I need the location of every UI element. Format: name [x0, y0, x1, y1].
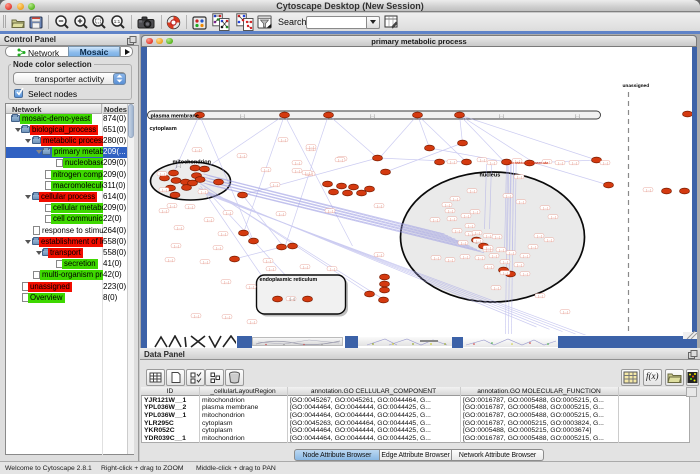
- svg-text:[....]: [....]: [216, 246, 221, 250]
- svg-text:[....]: [....]: [490, 161, 495, 165]
- svg-text:[....]: [....]: [480, 158, 485, 162]
- svg-text:[....]: [....]: [330, 267, 335, 271]
- svg-text:[....]: [....]: [249, 285, 254, 289]
- svg-text:[....]: [....]: [551, 215, 556, 219]
- svg-text:[....]: [....]: [207, 218, 212, 222]
- svg-text:plasma membrane: plasma membrane: [150, 114, 198, 120]
- svg-text:[....]: [....]: [547, 238, 552, 242]
- svg-text:[....]: [....]: [517, 175, 522, 179]
- svg-text:[....]: [....]: [468, 224, 473, 228]
- svg-text:[....]: [....]: [273, 183, 278, 187]
- svg-text:[....]: [....]: [499, 248, 504, 252]
- svg-text:[....]: [....]: [194, 314, 199, 318]
- svg-text:[....]: [....]: [646, 188, 651, 192]
- svg-text:[....]: [....]: [463, 255, 468, 259]
- svg-text:[....]: [....]: [377, 253, 382, 257]
- svg-text:[...]: [...]: [370, 114, 375, 118]
- svg-text:[....]: [....]: [543, 206, 548, 210]
- svg-text:[...]: [...]: [575, 114, 580, 118]
- svg-text:unassigned: unassigned: [622, 83, 649, 89]
- svg-text:[....]: [....]: [453, 197, 458, 201]
- svg-text:[....]: [....]: [517, 263, 522, 267]
- svg-text:[....]: [....]: [295, 161, 300, 165]
- svg-text:[....]: [....]: [487, 265, 492, 269]
- svg-text:[....]: [....]: [305, 171, 310, 175]
- svg-text:[....]: [....]: [478, 256, 483, 260]
- svg-text:[....]: [....]: [225, 315, 230, 319]
- svg-text:[....]: [....]: [170, 204, 175, 208]
- svg-text:[....]: [....]: [221, 232, 226, 236]
- svg-text:[....]: [....]: [486, 246, 491, 250]
- svg-text:[....]: [....]: [434, 256, 439, 260]
- svg-text:[....]: [....]: [450, 160, 455, 164]
- svg-text:[....]: [....]: [495, 235, 500, 239]
- svg-text:[....]: [....]: [240, 154, 245, 158]
- svg-text:[....]: [....]: [523, 254, 528, 258]
- svg-text:[...]: [...]: [499, 114, 504, 118]
- svg-text:[....]: [....]: [603, 161, 608, 165]
- svg-text:[...]: [...]: [176, 164, 181, 168]
- svg-text:[....]: [....]: [464, 214, 469, 218]
- svg-text:[....]: [....]: [503, 260, 508, 264]
- svg-text:[....]: [....]: [201, 190, 206, 194]
- svg-text:[....]: [....]: [266, 259, 271, 263]
- svg-text:[....]: [....]: [162, 188, 167, 192]
- svg-text:[....]: [....]: [476, 239, 481, 243]
- svg-text:[....]: [....]: [309, 145, 314, 149]
- svg-text:[....]: [....]: [203, 260, 208, 264]
- svg-text:[....]: [....]: [448, 258, 453, 262]
- svg-text:[....]: [....]: [448, 209, 453, 213]
- svg-text:[....]: [....]: [160, 172, 165, 176]
- svg-text:[....]: [....]: [470, 189, 475, 193]
- svg-text:[....]: [....]: [433, 218, 438, 222]
- svg-text:[....]: [....]: [303, 265, 308, 269]
- svg-text:[....]: [....]: [494, 286, 499, 290]
- svg-text:[....]: [....]: [538, 294, 543, 298]
- svg-text:[....]: [....]: [281, 138, 286, 142]
- svg-text:[....]: [....]: [377, 204, 382, 208]
- svg-text:[....]: [....]: [492, 254, 497, 258]
- svg-text:[....]: [....]: [519, 200, 524, 204]
- svg-text:[....]: [....]: [188, 205, 193, 209]
- svg-text:[....]: [....]: [195, 148, 200, 152]
- svg-text:[...]: [...]: [240, 114, 245, 118]
- svg-text:[....]: [....]: [503, 271, 508, 275]
- svg-text:[....]: [....]: [168, 258, 173, 262]
- svg-text:[....]: [....]: [509, 251, 514, 255]
- svg-text:[....]: [....]: [558, 161, 563, 165]
- svg-text:[...]: [...]: [290, 297, 295, 301]
- svg-text:[....]: [....]: [506, 194, 511, 198]
- svg-text:[....]: [....]: [486, 234, 491, 238]
- svg-text:[....]: [....]: [531, 245, 536, 249]
- svg-text:[....]: [....]: [450, 217, 455, 221]
- svg-text:[....]: [....]: [264, 168, 269, 172]
- svg-text:endoplasmic reticulum: endoplasmic reticulum: [259, 277, 317, 283]
- svg-text:[....]: [....]: [162, 209, 167, 213]
- svg-text:[....]: [....]: [445, 203, 450, 207]
- svg-text:[....]: [....]: [250, 320, 255, 324]
- svg-text:[....]: [....]: [224, 280, 229, 284]
- svg-text:[....]: [....]: [295, 169, 300, 173]
- svg-text:[....]: [....]: [563, 310, 568, 314]
- svg-text:[....]: [....]: [226, 211, 231, 215]
- svg-text:[....]: [....]: [473, 210, 478, 214]
- svg-text:[....]: [....]: [455, 229, 460, 233]
- svg-text:[....]: [....]: [523, 272, 528, 276]
- svg-text:[....]: [....]: [269, 267, 274, 271]
- svg-text:[....]: [....]: [338, 158, 343, 162]
- svg-text:[....]: [....]: [572, 161, 577, 165]
- svg-text:cytoplasm: cytoplasm: [149, 126, 176, 132]
- svg-text:[....]: [....]: [328, 209, 333, 213]
- svg-text:[....]: [....]: [537, 234, 542, 238]
- svg-text:[....]: [....]: [279, 212, 284, 216]
- svg-text:[....]: [....]: [177, 226, 182, 230]
- svg-text:1:1: 1:1: [114, 19, 121, 24]
- svg-text:aaa-aaaaaa-aa-aaaaaa-aaa: aaa-aaaaaa-aa-aaaaaa-aaa: [508, 161, 548, 165]
- svg-text:nucleus: nucleus: [479, 173, 500, 179]
- svg-text:[....]: [....]: [461, 241, 466, 245]
- svg-text:[....]: [....]: [475, 231, 480, 235]
- svg-text:[....]: [....]: [174, 244, 179, 248]
